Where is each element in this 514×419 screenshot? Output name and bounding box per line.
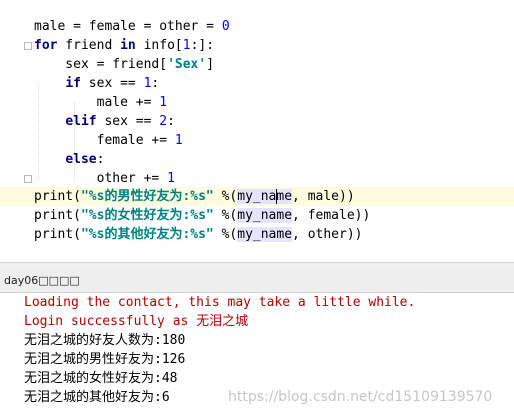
code-line-10: print("%s的男性好友为:%s" %(my_name, male)) (34, 189, 355, 204)
identifier-highlight: my_name (237, 208, 293, 223)
console-line: Loading the contact, this may take a lit… (24, 295, 416, 310)
run-tab-bar[interactable]: day06□□□□ (0, 270, 514, 293)
run-tab-label[interactable]: day06□□□□ (4, 270, 80, 292)
console-line: Login successfully as 无泪之城 (24, 314, 249, 329)
fold-marker-icon[interactable] (24, 42, 32, 50)
code-line-8: else: (65, 152, 105, 167)
console-line: 无泪之城的男性好友为:126 (24, 352, 186, 367)
code-line-2: for friend in info[1:]: (34, 38, 215, 53)
code-line-9: other += 1 (34, 171, 175, 186)
code-line-3: sex = friend['Sex'] (34, 57, 215, 72)
identifier-highlight: my_name (237, 227, 293, 242)
console-line: 无泪之城的其他好友为:6 (24, 390, 170, 405)
code-line-1: male = female = other = 0 (34, 19, 230, 34)
code-line-5: male += 1 (34, 95, 168, 110)
identifier-highlight: my_name (237, 189, 293, 204)
watermark: https://blog.csdn.net/cd15109139570 (228, 389, 493, 405)
code-line-11: print("%s的女性好友为:%s" %(my_name, female)) (34, 208, 371, 223)
fold-gutter (0, 0, 32, 262)
code-editor[interactable]: male = female = other = 0 for friend in … (0, 0, 514, 262)
console-line: 无泪之城的女性好友为:48 (24, 371, 178, 386)
code-line-6: elif sex == 2: (65, 114, 175, 129)
code-line-7: female += 1 (34, 133, 183, 148)
code-line-4: if sex == 1: (65, 76, 160, 91)
code-line-12: print("%s的其他好友为:%s" %(my_name, other)) (34, 227, 363, 242)
console-line: 无泪之城的好友人数为:180 (24, 333, 186, 348)
fold-marker-icon[interactable] (24, 175, 32, 183)
